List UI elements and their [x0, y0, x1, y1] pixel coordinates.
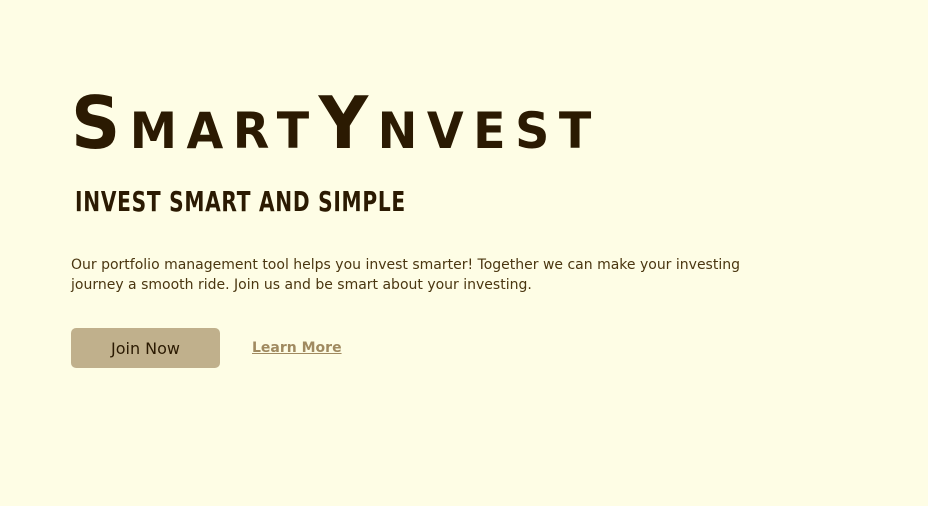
hero-description: Our portfolio management tool helps you … [71, 257, 740, 293]
learn-more-link[interactable]: Learn More [252, 340, 342, 356]
tagline: Invest smart and simple [75, 185, 406, 218]
join-now-button[interactable]: Join Now [71, 328, 220, 368]
hero-actions: Join Now Learn More [71, 328, 342, 368]
brand-title: SmartYnvest [71, 81, 601, 165]
